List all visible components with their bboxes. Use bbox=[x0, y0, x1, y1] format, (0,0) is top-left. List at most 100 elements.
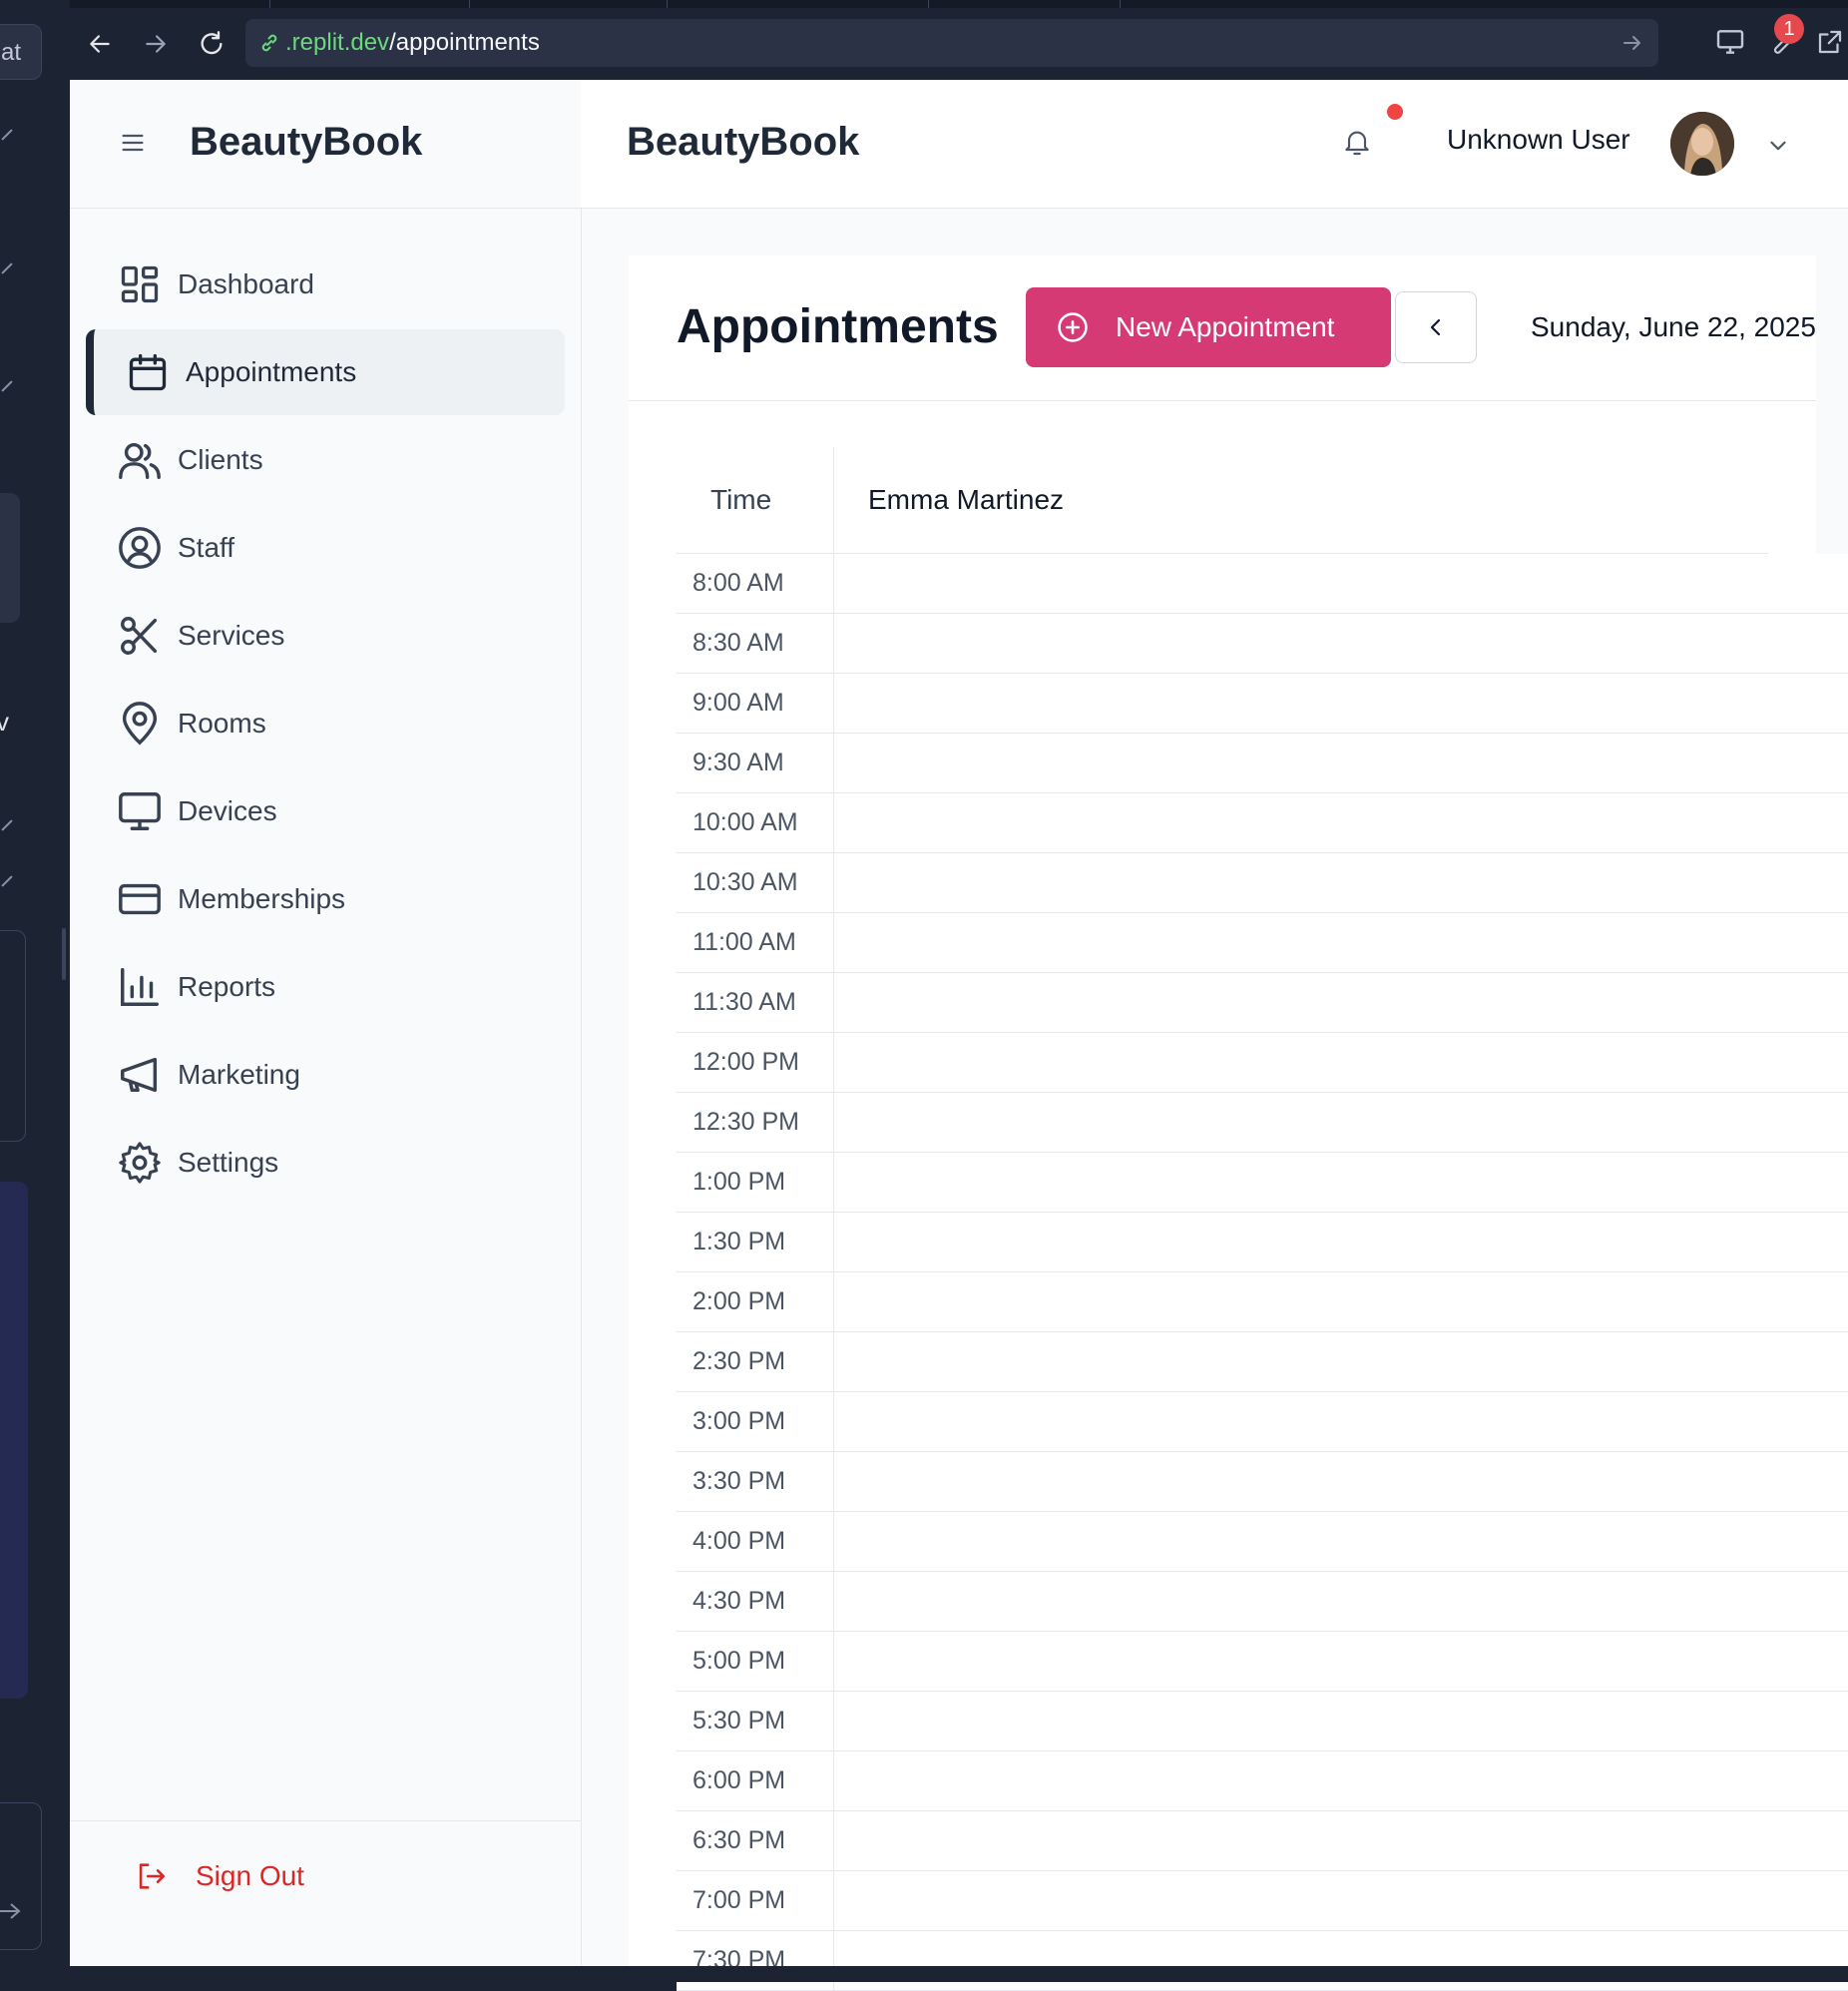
bell-icon bbox=[1345, 131, 1369, 156]
appointment-slot[interactable] bbox=[834, 1452, 1848, 1511]
open-new-tab-button[interactable] bbox=[1810, 22, 1848, 62]
appointment-slot[interactable] bbox=[834, 1272, 1848, 1331]
arrow-left-icon bbox=[90, 35, 110, 53]
appointment-slot[interactable] bbox=[834, 1871, 1848, 1930]
appointment-slot[interactable] bbox=[834, 913, 1848, 972]
sidebar-item-devices[interactable]: Devices bbox=[86, 768, 565, 854]
time-slot-row: 6:30 PM bbox=[677, 1811, 1848, 1871]
avatar[interactable] bbox=[1670, 112, 1734, 176]
chevron-down-icon bbox=[1770, 141, 1786, 151]
appointment-slot[interactable] bbox=[834, 554, 1848, 613]
previous-day-button[interactable] bbox=[1395, 291, 1477, 363]
appointment-slot[interactable] bbox=[834, 1811, 1848, 1870]
sidebar-item-label: Services bbox=[178, 620, 285, 651]
sidebar-item-clients[interactable]: Clients bbox=[86, 417, 565, 503]
time-slot-row: 9:00 AM bbox=[677, 674, 1848, 734]
go-arrow-icon[interactable] bbox=[1620, 31, 1644, 55]
staff-column-header: Emma Martinez bbox=[868, 484, 1065, 515]
monitor-icon bbox=[1716, 30, 1744, 54]
devices-button[interactable] bbox=[1710, 22, 1750, 62]
sidebar-item-label: Dashboard bbox=[178, 268, 314, 299]
time-label: 11:00 AM bbox=[677, 913, 834, 972]
external-link-icon bbox=[1818, 30, 1842, 54]
credit-card-icon bbox=[116, 875, 164, 923]
new-appointment-button[interactable]: New Appointment bbox=[1026, 287, 1391, 367]
user-name[interactable]: Unknown User bbox=[1447, 124, 1630, 156]
monitor-icon bbox=[116, 787, 164, 835]
sign-out-button[interactable]: Sign Out bbox=[134, 1852, 304, 1900]
appointment-slot[interactable] bbox=[834, 1153, 1848, 1212]
sidebar-item-reports[interactable]: Reports bbox=[86, 944, 565, 1030]
reload-button[interactable] bbox=[192, 24, 231, 64]
chevron-left-icon bbox=[1430, 318, 1441, 336]
bar-chart-icon bbox=[116, 963, 164, 1011]
sidebar-item-rooms[interactable]: Rooms bbox=[86, 681, 565, 766]
appointment-slot[interactable] bbox=[834, 793, 1848, 852]
url-bar[interactable]: .replit.dev/appointments bbox=[245, 19, 1658, 67]
appointment-slot[interactable] bbox=[834, 1093, 1848, 1152]
appointment-slot[interactable] bbox=[834, 1572, 1848, 1631]
time-slot-row: 10:00 AM bbox=[677, 793, 1848, 853]
appointment-slot[interactable] bbox=[834, 1332, 1848, 1391]
menu-toggle-button[interactable] bbox=[116, 126, 150, 160]
hamburger-icon bbox=[122, 134, 144, 152]
sidebar-item-services[interactable]: Services bbox=[86, 593, 565, 679]
appointment-slot[interactable] bbox=[834, 1692, 1848, 1750]
appointment-slot[interactable] bbox=[834, 1213, 1848, 1271]
appointment-slot[interactable] bbox=[834, 973, 1848, 1032]
time-label: 3:30 PM bbox=[677, 1452, 834, 1511]
sidebar-item-staff[interactable]: Staff bbox=[86, 505, 565, 591]
sidebar-item-label: Devices bbox=[178, 795, 277, 826]
time-label: 4:30 PM bbox=[677, 1572, 834, 1631]
user-menu-toggle[interactable] bbox=[1762, 130, 1794, 162]
time-slot-row: 4:00 PM bbox=[677, 1512, 1848, 1572]
appointment-slot[interactable] bbox=[834, 1632, 1848, 1691]
current-date: Sunday, June 22, 2025 bbox=[1531, 311, 1816, 342]
time-label: 3:00 PM bbox=[677, 1392, 834, 1451]
sidebar-header: BeautyBook bbox=[70, 80, 581, 209]
sidebar-item-marketing[interactable]: Marketing bbox=[86, 1032, 565, 1118]
time-slot-row: 9:30 AM bbox=[677, 734, 1848, 793]
sidebar-item-dashboard[interactable]: Dashboard bbox=[86, 242, 565, 327]
header-title: BeautyBook bbox=[627, 120, 860, 164]
appointment-slot[interactable] bbox=[834, 1033, 1848, 1092]
time-label: 8:30 AM bbox=[677, 614, 834, 673]
send-icon[interactable] bbox=[0, 1899, 21, 1923]
chat-tab[interactable]: at bbox=[0, 24, 42, 80]
forward-button[interactable] bbox=[136, 24, 176, 64]
page-title: Appointments bbox=[677, 300, 999, 353]
sidebar-item-label: Staff bbox=[178, 532, 235, 563]
resize-handle[interactable] bbox=[62, 928, 66, 980]
appointment-slot[interactable] bbox=[834, 734, 1848, 792]
time-slot-row: 12:30 PM bbox=[677, 1093, 1848, 1153]
sidebar-item-label: Reports bbox=[178, 971, 276, 1002]
time-label: 1:00 PM bbox=[677, 1153, 834, 1212]
back-button[interactable] bbox=[80, 24, 120, 64]
chat-input-box[interactable] bbox=[0, 1802, 42, 1950]
time-label: 11:30 AM bbox=[677, 973, 834, 1032]
time-slot-row: 7:30 PM bbox=[677, 1931, 1848, 1991]
sidebar-item-label: Appointments bbox=[186, 356, 357, 387]
appointment-slot[interactable] bbox=[834, 1392, 1848, 1451]
top-header: BeautyBook Unknown User bbox=[581, 80, 1848, 209]
sidebar-item-appointments[interactable]: Appointments bbox=[86, 329, 565, 415]
appointment-slot[interactable] bbox=[834, 853, 1848, 912]
panel-card bbox=[0, 930, 26, 1142]
time-label: 1:30 PM bbox=[677, 1213, 834, 1271]
appointment-slot[interactable] bbox=[834, 1512, 1848, 1571]
appointment-slot[interactable] bbox=[834, 614, 1848, 673]
appointment-slot[interactable] bbox=[834, 1751, 1848, 1810]
notifications-button[interactable] bbox=[1337, 122, 1377, 162]
sidebar-item-settings[interactable]: Settings bbox=[86, 1120, 565, 1206]
log-out-icon bbox=[139, 1863, 166, 1889]
time-label: 8:00 AM bbox=[677, 554, 834, 613]
appointment-slot[interactable] bbox=[834, 674, 1848, 733]
users-icon bbox=[116, 436, 164, 484]
check-icon bbox=[1, 819, 13, 831]
dashboard-icon bbox=[116, 260, 164, 308]
sidebar-item-label: Clients bbox=[178, 444, 263, 475]
time-slot-row: 7:00 PM bbox=[677, 1871, 1848, 1931]
url-text: .replit.dev/appointments bbox=[285, 29, 540, 57]
time-label: 2:30 PM bbox=[677, 1332, 834, 1391]
sidebar-item-memberships[interactable]: Memberships bbox=[86, 856, 565, 942]
